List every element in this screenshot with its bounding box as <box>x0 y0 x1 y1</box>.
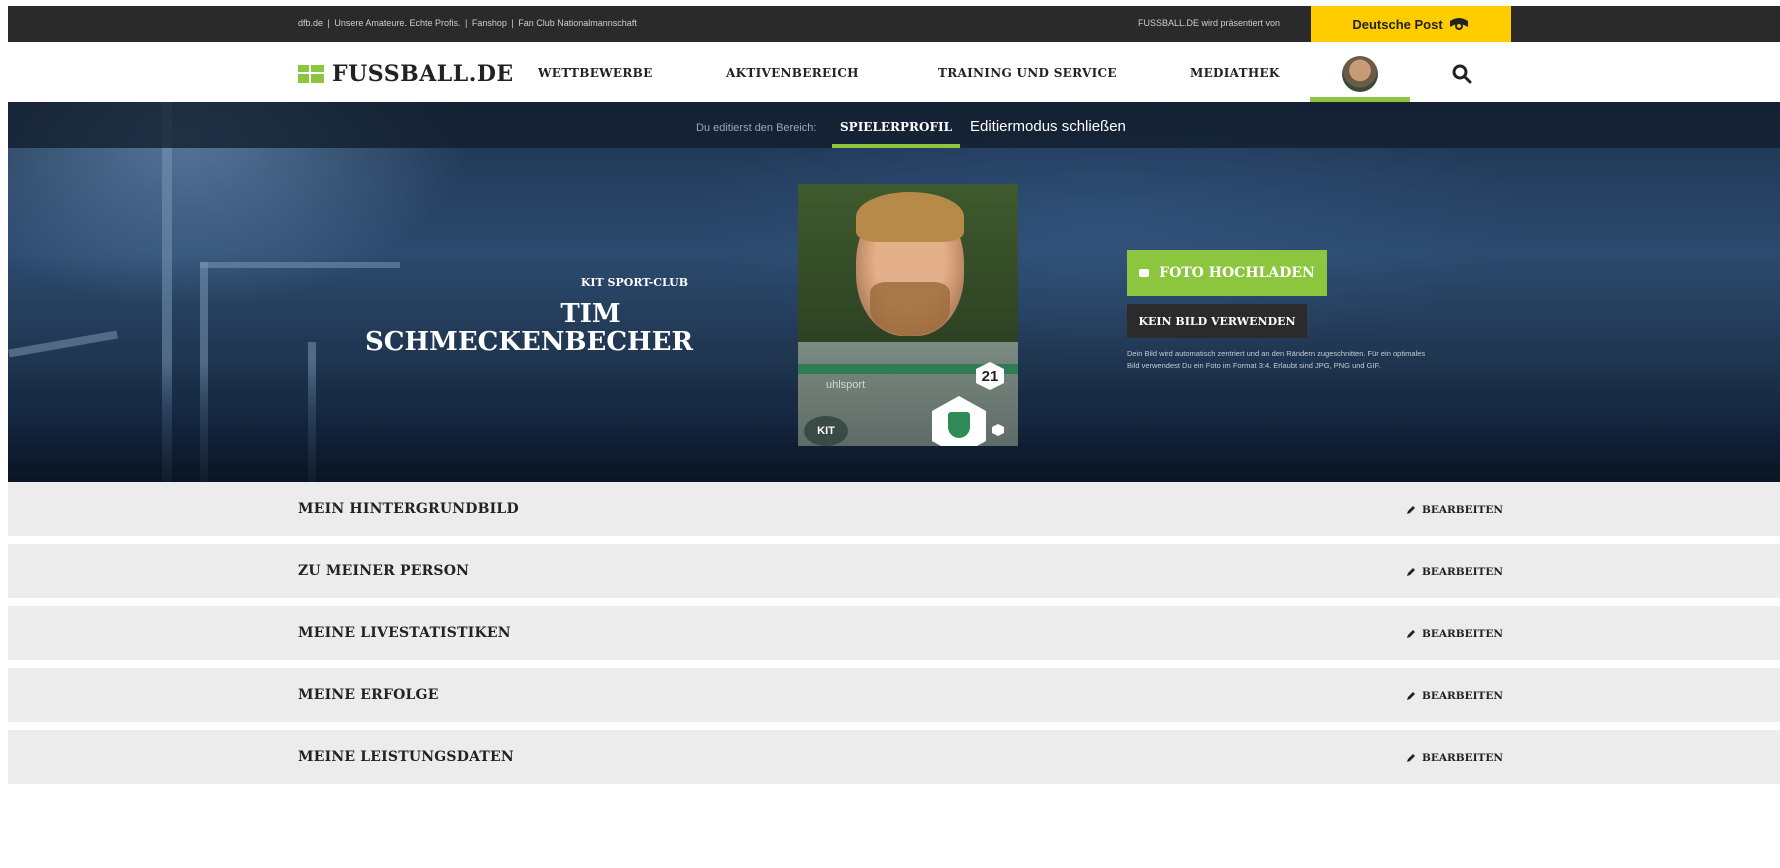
edit-label: BEARBEITEN <box>1422 628 1503 640</box>
pencil-icon <box>1407 754 1415 762</box>
photo-beard <box>870 282 950 336</box>
section-title: MEIN HINTERGRUNDBILD <box>298 501 519 517</box>
edit-section-underline <box>832 144 960 148</box>
sponsor-name: Deutsche Post <box>1352 16 1443 32</box>
pencil-icon <box>1407 568 1415 576</box>
separator: | <box>511 18 514 28</box>
top-links: dfb.de | Unsere Amateure. Echte Profis. … <box>298 18 639 28</box>
camera-icon <box>1139 269 1150 277</box>
logo-icon <box>298 65 324 83</box>
profile-hero: Du editierst den Bereich: SPIELERPROFIL … <box>8 102 1780 482</box>
no-image-button[interactable]: KEIN BILD VERWENDEN <box>1127 304 1307 338</box>
upload-photo-label: FOTO HOCHLADEN <box>1159 265 1315 281</box>
separator: | <box>464 18 468 28</box>
edit-label: BEARBEITEN <box>1422 566 1503 578</box>
section-row[interactable]: MEINE LEISTUNGSDATEN BEARBEITEN <box>8 730 1780 784</box>
pencil-icon <box>1407 506 1415 514</box>
page: dfb.de | Unsere Amateure. Echte Profis. … <box>8 6 1780 868</box>
club-crest-icon <box>948 412 970 438</box>
link-dfb[interactable]: dfb.de <box>298 18 323 28</box>
player-last-name: SCHMECKENBECHER <box>365 327 693 357</box>
link-amateure[interactable]: Unsere Amateure. Echte Profis. <box>334 18 460 28</box>
logo-text: FUSSBALL.DE <box>332 61 514 87</box>
kit-logo: KIT <box>804 416 848 446</box>
nav-item-aktivenbereich[interactable]: AKTIVENBEREICH <box>726 66 859 80</box>
section-row[interactable]: MEIN HINTERGRUNDBILD BEARBEITEN <box>8 482 1780 536</box>
top-bar: dfb.de | Unsere Amateure. Echte Profis. … <box>8 6 1780 42</box>
close-edit-mode-link[interactable]: Editiermodus schließen <box>970 118 1126 135</box>
section-title: ZU MEINER PERSON <box>298 563 470 579</box>
edit-label: BEARBEITEN <box>1422 690 1503 702</box>
site-logo[interactable]: FUSSBALL.DE <box>298 61 514 87</box>
nav-item-mediathek[interactable]: MEDIATHEK <box>1190 66 1280 80</box>
edit-button[interactable]: BEARBEITEN <box>1406 690 1503 702</box>
nav-item-training[interactable]: TRAINING UND SERVICE <box>938 66 1117 80</box>
club-name: KIT SPORT-CLUB <box>580 276 688 289</box>
goal-crossbar <box>200 262 400 268</box>
edit-label: BEARBEITEN <box>1422 504 1503 516</box>
player-first-name: TIM <box>560 299 621 329</box>
section-title: MEINE LEISTUNGSDATEN <box>298 749 514 765</box>
section-row[interactable]: MEINE ERFOLGE BEARBEITEN <box>8 668 1780 722</box>
link-fanshop[interactable]: Fanshop <box>472 18 507 28</box>
sponsor-banner[interactable]: Deutsche Post <box>1311 6 1511 42</box>
shirt-sponsor: uhlsport <box>826 379 866 391</box>
link-fan-club[interactable]: Fan Club Nationalmannschaft <box>518 18 637 28</box>
post-horn-icon <box>1449 18 1468 30</box>
edit-section-tab[interactable]: SPIELERPROFIL <box>840 120 952 134</box>
user-avatar[interactable] <box>1342 56 1378 92</box>
section-row[interactable]: MEINE LIVESTATISTIKEN BEARBEITEN <box>8 606 1780 660</box>
section-title: MEINE ERFOLGE <box>298 687 439 703</box>
section-title: MEINE LIVESTATISTIKEN <box>298 625 511 641</box>
main-nav: FUSSBALL.DE WETTBEWERBE AKTIVENBEREICH T… <box>8 42 1780 103</box>
search-icon[interactable] <box>1452 64 1472 84</box>
photo-hair <box>856 192 964 242</box>
edit-button[interactable]: BEARBEITEN <box>1406 504 1503 516</box>
player-photo: uhlsport 21 KIT <box>798 184 1018 446</box>
section-row[interactable]: ZU MEINER PERSON BEARBEITEN <box>8 544 1780 598</box>
pencil-icon <box>1407 630 1415 638</box>
nav-item-wettbewerbe[interactable]: WETTBEWERBE <box>538 66 653 80</box>
roof <box>8 330 118 358</box>
edit-button[interactable]: BEARBEITEN <box>1406 628 1503 640</box>
edit-mode-bar: Du editierst den Bereich: SPIELERPROFIL … <box>8 102 1780 148</box>
edit-mode-label: Du editierst den Bereich: <box>696 122 817 134</box>
upload-photo-button[interactable]: FOTO HOCHLADEN <box>1127 250 1327 296</box>
separator: | <box>327 18 330 28</box>
edit-label: BEARBEITEN <box>1422 752 1503 764</box>
player-name: TIM SCHMECKENBECHER <box>308 300 693 356</box>
edit-button[interactable]: BEARBEITEN <box>1406 566 1503 578</box>
presented-by-text: FUSSBALL.DE wird präsentiert von <box>1138 18 1281 28</box>
edit-button[interactable]: BEARBEITEN <box>1406 752 1503 764</box>
upload-hint-text: Dein Bild wird automatisch zentriert und… <box>1127 349 1426 370</box>
pencil-icon <box>1407 692 1415 700</box>
